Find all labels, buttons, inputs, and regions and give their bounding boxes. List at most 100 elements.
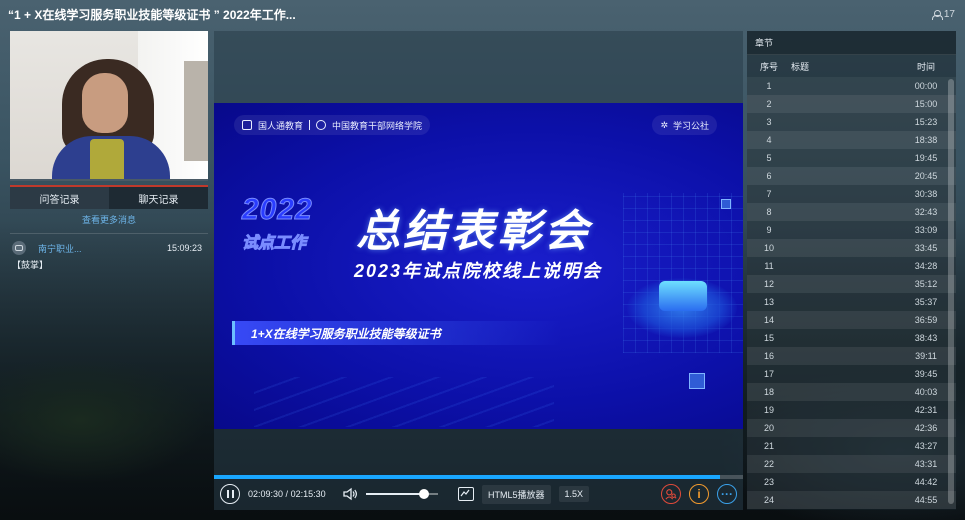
progress-bar[interactable] bbox=[214, 475, 743, 479]
chapter-number: 11 bbox=[764, 261, 774, 271]
video-player: 国人通教育 中国教育干部网络学院 ✲ 学习公社 2022 试点工作 总结表彰会 … bbox=[214, 31, 743, 510]
info-icon[interactable]: i bbox=[689, 484, 709, 504]
table-row[interactable]: 20 42:36 bbox=[747, 419, 956, 437]
chapter-time: 15:00 bbox=[914, 99, 938, 109]
viewer-count: 17 bbox=[931, 8, 955, 20]
chapter-number: 20 bbox=[763, 423, 774, 433]
top-bar: “1 + X在线学习服务职业技能等级证书 ” 2022年工作... 17 bbox=[0, 0, 965, 28]
progress-fill bbox=[214, 475, 720, 479]
table-row[interactable]: 10 33:45 bbox=[747, 239, 956, 257]
slide-year-sub: 试点工作 bbox=[241, 235, 307, 253]
chapter-time: 34:28 bbox=[914, 261, 938, 271]
more-icon[interactable]: ··· bbox=[717, 484, 737, 504]
table-row[interactable]: 2 15:00 bbox=[747, 95, 956, 113]
volume-knob[interactable] bbox=[418, 489, 429, 499]
chat-sender[interactable]: 南宁职业... bbox=[38, 242, 167, 255]
slide-headline: 总结表彰会 bbox=[356, 207, 591, 256]
screen-icon[interactable] bbox=[458, 487, 474, 501]
table-row[interactable]: 4 18:38 bbox=[747, 131, 956, 149]
volume-slider[interactable] bbox=[366, 489, 438, 499]
chapter-panel-title: 章节 bbox=[747, 31, 956, 55]
viewer-count-value: 17 bbox=[943, 8, 955, 20]
logo-text-1: 国人通教育 bbox=[258, 120, 304, 131]
table-row[interactable]: 6 20:45 bbox=[747, 167, 956, 185]
chapter-time: 40:03 bbox=[914, 387, 938, 397]
chapter-number: 13 bbox=[763, 297, 774, 307]
table-row[interactable]: 12 35:12 bbox=[747, 275, 956, 293]
chapter-time: 43:27 bbox=[914, 441, 938, 451]
chapter-number: 19 bbox=[763, 405, 774, 415]
chapter-number: 10 bbox=[763, 243, 774, 253]
chat-message-text: 【鼓掌】 bbox=[12, 260, 49, 270]
table-row[interactable]: 5 19:45 bbox=[747, 149, 956, 167]
total-time: 02:15:30 bbox=[290, 489, 326, 499]
slide-frame[interactable]: 国人通教育 中国教育干部网络学院 ✲ 学习公社 2022 试点工作 总结表彰会 … bbox=[214, 103, 743, 429]
chapter-number: 18 bbox=[763, 387, 774, 397]
chapter-time: 39:11 bbox=[915, 351, 937, 361]
table-row[interactable]: 23 44:42 bbox=[747, 473, 956, 491]
table-row[interactable]: 13 35:37 bbox=[747, 293, 956, 311]
pause-button[interactable] bbox=[220, 484, 240, 504]
more-messages-link[interactable]: 查看更多消息 bbox=[10, 213, 208, 227]
table-row[interactable]: 15 38:43 bbox=[747, 329, 956, 347]
player-controls: 02:09:30 / 02:15:30 HTML5播放器 1.5X i ··· bbox=[214, 481, 743, 507]
chapter-number: 15 bbox=[763, 333, 774, 343]
chapter-number: 4 bbox=[766, 135, 772, 145]
presenter-video[interactable] bbox=[10, 31, 208, 181]
chat-list: 查看更多消息 南宁职业... 15:09:23 【鼓掌】 bbox=[10, 209, 208, 271]
table-row[interactable]: 17 39:45 bbox=[747, 365, 956, 383]
tab-chat-records[interactable]: 聊天记录 bbox=[109, 187, 208, 209]
logo-icon bbox=[316, 120, 327, 130]
table-row[interactable]: 8 32:43 bbox=[747, 203, 956, 221]
table-row[interactable]: 24 44:55 bbox=[747, 491, 956, 509]
speaker-icon[interactable] bbox=[342, 487, 358, 501]
time-display: 02:09:30 / 02:15:30 bbox=[248, 489, 326, 499]
table-row[interactable]: 1 00:00 bbox=[747, 77, 956, 95]
table-row[interactable]: 11 34:28 bbox=[747, 257, 956, 275]
chapter-time: 44:42 bbox=[914, 477, 938, 487]
player-type-label[interactable]: HTML5播放器 bbox=[482, 484, 551, 504]
chapter-time: 36:59 bbox=[914, 315, 938, 325]
slide-logo-group: 国人通教育 中国教育干部网络学院 bbox=[234, 115, 431, 135]
slide-badge: 1+X在线学习服务职业技能等级证书 bbox=[232, 321, 562, 345]
logo-text-2: 中国教育干部网络学院 bbox=[332, 120, 423, 131]
chapter-number: 22 bbox=[763, 459, 774, 469]
chapter-number: 17 bbox=[763, 369, 774, 379]
chapter-number: 9 bbox=[766, 225, 772, 235]
table-row[interactable]: 21 43:27 bbox=[747, 437, 956, 455]
tab-qa-records[interactable]: 问答记录 bbox=[10, 187, 109, 209]
divider bbox=[10, 233, 208, 234]
table-row[interactable]: 18 40:03 bbox=[747, 383, 956, 401]
logo-text-3: 学习公社 bbox=[672, 120, 709, 131]
scrollbar[interactable] bbox=[948, 79, 954, 504]
table-row[interactable]: 16 39:11 bbox=[747, 347, 956, 365]
chapter-number: 6 bbox=[766, 171, 772, 181]
chapter-time: 18:38 bbox=[914, 135, 938, 145]
chapter-time: 33:09 bbox=[914, 225, 938, 235]
current-time: 02:09:30 bbox=[248, 489, 284, 499]
chapter-number: 16 bbox=[763, 351, 774, 361]
chapter-number: 5 bbox=[766, 153, 772, 163]
avatar bbox=[12, 241, 26, 255]
col-header-time: 时间 bbox=[916, 61, 935, 72]
table-row[interactable]: 3 15:23 bbox=[747, 113, 956, 131]
chapter-time: 30:38 bbox=[914, 189, 938, 199]
speed-button[interactable]: 1.5X bbox=[558, 486, 590, 502]
table-row[interactable]: 7 30:38 bbox=[747, 185, 956, 203]
col-header-title: 标题 bbox=[791, 61, 810, 72]
chapter-time: 42:31 bbox=[914, 405, 938, 415]
table-row[interactable]: 14 36:59 bbox=[747, 311, 956, 329]
user-search-icon[interactable] bbox=[661, 484, 681, 504]
table-row[interactable]: 19 42:31 bbox=[747, 401, 956, 419]
chapter-time: 35:37 bbox=[914, 297, 938, 307]
chapter-number: 12 bbox=[763, 279, 774, 289]
chapter-time: 00:00 bbox=[914, 81, 938, 91]
chapter-number: 14 bbox=[763, 315, 774, 325]
chat-tabs: 问答记录 聊天记录 bbox=[10, 185, 208, 209]
chat-bubble-icon bbox=[15, 245, 23, 251]
logo-icon bbox=[242, 120, 252, 130]
table-row[interactable]: 22 43:31 bbox=[747, 455, 956, 473]
table-row[interactable]: 9 33:09 bbox=[747, 221, 956, 239]
person-icon bbox=[931, 9, 943, 20]
chapter-time: 32:43 bbox=[914, 207, 938, 217]
